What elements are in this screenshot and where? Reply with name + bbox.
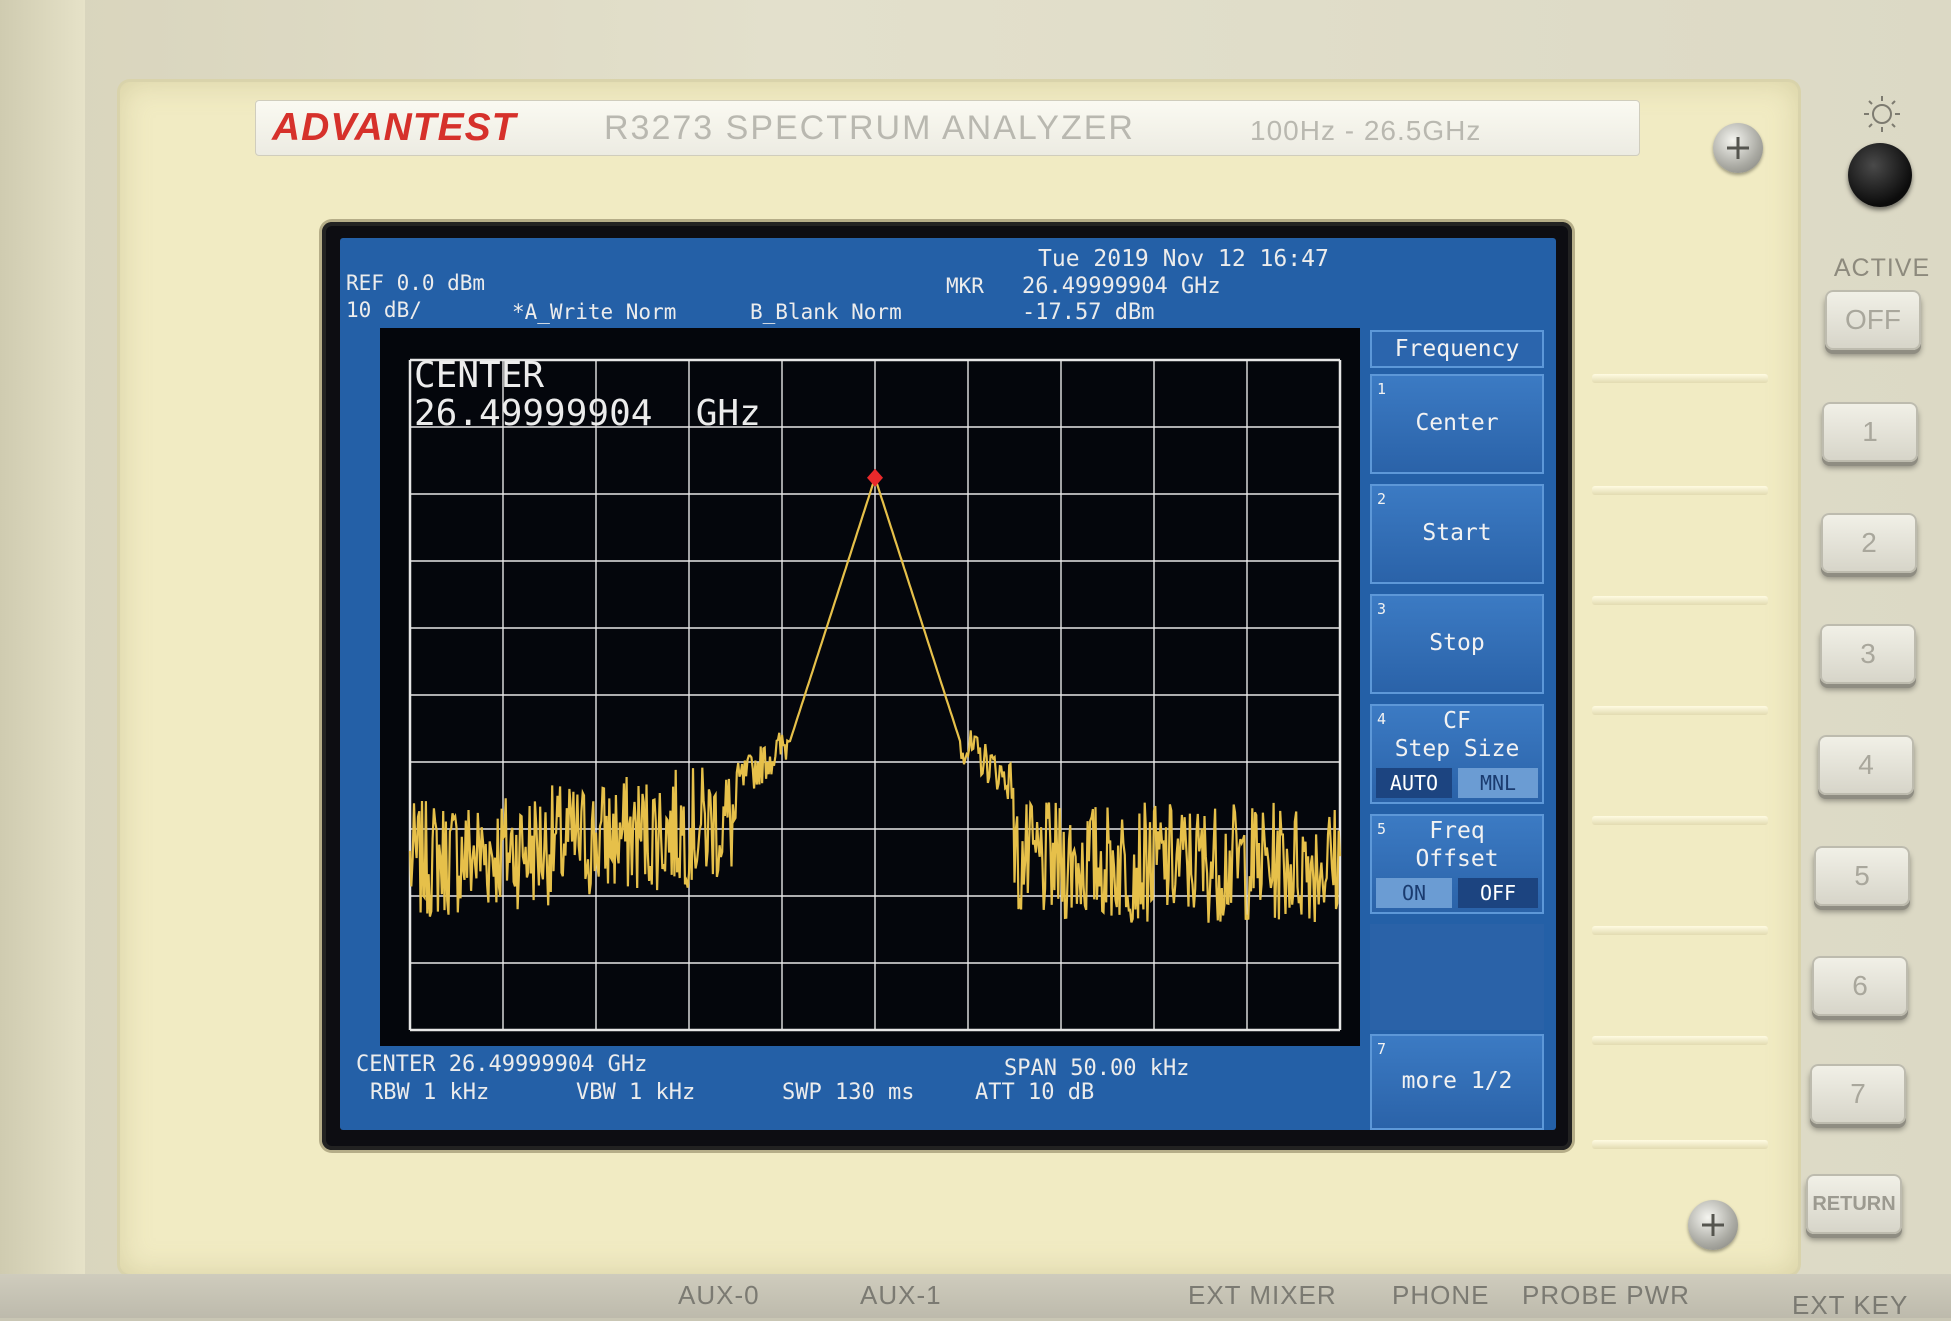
connector-label-ext-mixer: EXT MIXER	[1188, 1280, 1337, 1310]
softkey-guide-line	[1592, 374, 1768, 383]
connector-label-probe-pwr: PROBE PWR	[1522, 1280, 1690, 1310]
active-off-button[interactable]: OFF	[1825, 290, 1921, 350]
freq-offset-on-option: ON	[1376, 878, 1452, 908]
connector-label-aux-0: AUX-0	[678, 1280, 760, 1310]
softkey-guide-line	[1592, 596, 1768, 605]
softkey-guide-line	[1592, 486, 1768, 495]
softkey-guide-line	[1592, 1036, 1768, 1045]
softkey-menu-title-text: Frequency	[1394, 336, 1520, 362]
marker-diamond	[867, 468, 883, 487]
softkey-button-5[interactable]: 5	[1814, 846, 1910, 906]
trace-a-mode: *A_Write Norm	[512, 300, 677, 324]
marker-label: MKR	[946, 274, 984, 298]
brightness-icon	[1862, 94, 1902, 138]
spectrum-plot-svg	[408, 358, 1342, 1032]
softkey-label-line2: Offset	[1415, 846, 1499, 872]
softkey-button-3[interactable]: 3	[1820, 624, 1916, 684]
softkey-cf-step-size[interactable]: 4 CF Step Size AUTO MNL	[1370, 704, 1544, 804]
return-button[interactable]: RETURN	[1806, 1174, 1902, 1234]
softkey-guide-line	[1592, 816, 1768, 825]
plot-overlay-center-frequency: 26.49999904 GHz	[414, 393, 761, 434]
center-frequency-readout: CENTER 26.49999904 GHz	[356, 1052, 648, 1077]
cf-step-manual-option: MNL	[1458, 768, 1538, 798]
left-side-frame	[0, 0, 85, 1318]
vbw-readout: VBW 1 kHz	[576, 1080, 696, 1105]
softkey-freq-offset[interactable]: 5 Freq Offset ON OFF	[1370, 814, 1544, 914]
softkey-label: Start	[1422, 520, 1492, 546]
softkey-guide-line	[1592, 706, 1768, 715]
rbw-readout: RBW 1 kHz	[370, 1080, 490, 1105]
softkey-label-line2: Step Size	[1394, 736, 1520, 762]
marker-level-readout: -17.57 dBm	[1022, 300, 1155, 325]
softkey-stop[interactable]: 3 Stop	[1370, 594, 1544, 694]
datetime-readout: Tue 2019 Nov 12 16:47	[1038, 246, 1329, 272]
sweep-time-readout: SWP 130 ms	[782, 1080, 915, 1105]
model-title: R3273 SPECTRUM ANALYZER	[604, 109, 1135, 147]
softkey-guide-line	[1592, 1140, 1768, 1149]
active-label: ACTIVE	[1833, 254, 1931, 282]
softkey-guide-line	[1592, 926, 1768, 935]
connector-label-ext-key: EXT KEY	[1792, 1290, 1909, 1320]
softkey-number: 1	[1377, 380, 1387, 398]
softkey-number: 2	[1377, 490, 1387, 508]
softkey-button-7[interactable]: 7	[1810, 1064, 1906, 1124]
screw-icon	[1713, 123, 1763, 173]
softkey-button-2[interactable]: 2	[1821, 513, 1917, 573]
softkey-button-6[interactable]: 6	[1812, 956, 1908, 1016]
softkey-button-1[interactable]: 1	[1822, 402, 1918, 462]
softkey-label: Stop	[1429, 630, 1485, 656]
connector-label-aux-1: AUX-1	[860, 1280, 942, 1310]
scale-readout: 10 dB/	[346, 298, 422, 322]
brand-logo: ADVANTEST	[272, 106, 517, 149]
softkey-button-4[interactable]: 4	[1818, 735, 1914, 795]
softkey-more[interactable]: 7 more 1/2	[1370, 1034, 1544, 1130]
connector-label-phone: PHONE	[1392, 1280, 1490, 1310]
frequency-range-label: 100Hz - 26.5GHz	[1250, 115, 1482, 146]
softkey-menu-title: Frequency	[1370, 330, 1544, 368]
softkey-number: 7	[1377, 1040, 1387, 1058]
softkey-label: more 1/2	[1401, 1068, 1513, 1094]
plot-overlay-label: CENTER	[414, 355, 545, 396]
softkey-label-line1: CF	[1443, 708, 1471, 734]
attenuation-readout: ATT 10 dB	[975, 1080, 1095, 1105]
freq-offset-off-option: OFF	[1458, 878, 1538, 908]
cf-step-auto-option: AUTO	[1376, 768, 1452, 798]
span-readout: SPAN 50.00 kHz	[1004, 1056, 1190, 1081]
softkey-start[interactable]: 2 Start	[1370, 484, 1544, 584]
marker-frequency-readout: 26.49999904 GHz	[1022, 274, 1221, 299]
brightness-knob[interactable]	[1848, 143, 1912, 207]
trace-b-mode: B_Blank Norm	[750, 300, 902, 324]
screw-icon	[1688, 1200, 1738, 1250]
softkey-center[interactable]: 1 Center	[1370, 374, 1544, 474]
softkey-label: Center	[1415, 410, 1499, 436]
spectrum-plot	[380, 328, 1360, 1046]
softkey-label-line1: Freq	[1429, 818, 1485, 844]
softkey-number: 3	[1377, 600, 1387, 618]
softkey-blank	[1370, 924, 1544, 1030]
ref-level-readout: REF 0.0 dBm	[346, 271, 486, 295]
